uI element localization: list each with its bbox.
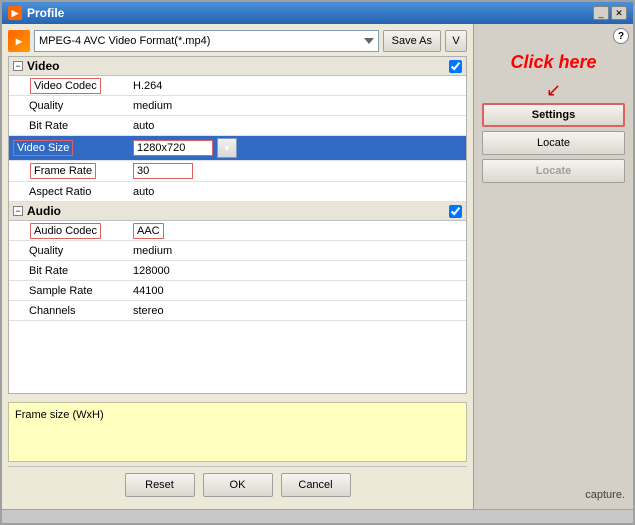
frame-rate-row: Frame Rate [9, 161, 466, 182]
video-codec-value: H.264 [129, 78, 466, 94]
audio-section-title: Audio [27, 204, 61, 218]
table-row: Bit Rate 128000 [9, 261, 466, 281]
video-size-input[interactable] [133, 140, 213, 156]
capture-text: capture. [482, 489, 625, 501]
info-box: Frame size (WxH) [8, 402, 467, 462]
audio-codec-value-text: AAC [133, 223, 164, 239]
bottom-buttons: Reset OK Cancel [8, 466, 467, 503]
frame-rate-label-text: Frame Rate [30, 163, 96, 179]
v-button[interactable]: V [445, 30, 467, 52]
channels-label: Channels [9, 303, 129, 319]
format-select[interactable]: MPEG-4 AVC Video Format(*.mp4) [34, 30, 379, 52]
title-bar: ▶ Profile _ ✕ [2, 2, 633, 24]
ok-button[interactable]: OK [203, 473, 273, 497]
minimize-button[interactable]: _ [593, 6, 609, 20]
audio-quality-value: medium [129, 243, 466, 259]
video-size-dropdown[interactable]: ▼ [217, 138, 237, 158]
bit-rate-value: auto [129, 118, 466, 134]
reset-button[interactable]: Reset [125, 473, 195, 497]
table-row: Video Codec H.264 [9, 76, 466, 96]
title-buttons: _ ✕ [593, 6, 627, 20]
window-title: Profile [27, 6, 64, 20]
video-codec-label: Video Codec [30, 78, 101, 94]
cancel-button[interactable]: Cancel [281, 473, 351, 497]
video-size-row[interactable]: Video Size ▼ [9, 136, 466, 161]
table-row: Quality medium [9, 241, 466, 261]
right-panel: ? Click here ↙ Settings Locate Locate ca… [473, 24, 633, 509]
video-toggle[interactable]: − [13, 61, 23, 71]
channels-value: stereo [129, 303, 466, 319]
audio-codec-label: Audio Codec [9, 223, 129, 239]
audio-codec-label-text: Audio Codec [30, 223, 101, 239]
audio-bit-rate-value: 128000 [129, 263, 466, 279]
info-text: Frame size (WxH) [15, 409, 104, 421]
format-icon: ▶ [8, 30, 30, 52]
sample-rate-label: Sample Rate [9, 283, 129, 299]
content-area: ▶ MPEG-4 AVC Video Format(*.mp4) Save As… [2, 24, 633, 509]
save-as-button[interactable]: Save As [383, 30, 441, 52]
title-bar-left: ▶ Profile [8, 6, 64, 20]
cell-label: Video Codec [9, 78, 129, 94]
aspect-ratio-label: Aspect Ratio [9, 184, 129, 200]
audio-quality-label: Quality [9, 243, 129, 259]
audio-codec-row: Audio Codec AAC [9, 221, 466, 241]
window-icon: ▶ [8, 6, 22, 20]
frame-rate-label: Frame Rate [9, 163, 129, 179]
frame-rate-input[interactable] [133, 163, 193, 179]
audio-checkbox[interactable] [449, 205, 462, 218]
profile-window: ▶ Profile _ ✕ ▶ MPEG-4 AVC Video Format(… [0, 0, 635, 525]
table-row: Bit Rate auto [9, 116, 466, 136]
video-size-value: ▼ [129, 136, 466, 160]
table-row: Aspect Ratio auto [9, 182, 466, 202]
frame-rate-value [129, 161, 466, 181]
video-section-header: − Video [9, 57, 466, 76]
video-size-label: Video Size [9, 140, 129, 156]
audio-codec-value: AAC [129, 223, 466, 239]
audio-bit-rate-label: Bit Rate [9, 263, 129, 279]
table-row: Channels stereo [9, 301, 466, 321]
quality-value: medium [129, 98, 466, 114]
close-button[interactable]: ✕ [611, 6, 627, 20]
settings-button[interactable]: Settings [482, 103, 625, 127]
status-bar [2, 509, 633, 523]
audio-section-header: − Audio [9, 202, 466, 221]
locate-disabled-button: Locate [482, 159, 625, 183]
video-section-title: Video [27, 59, 59, 73]
sample-rate-value: 44100 [129, 283, 466, 299]
arrow-down-icon: ↙ [482, 81, 625, 99]
table-row: Sample Rate 44100 [9, 281, 466, 301]
help-icon[interactable]: ? [613, 28, 629, 44]
format-bar: ▶ MPEG-4 AVC Video Format(*.mp4) Save As… [8, 30, 467, 52]
table-row: Quality medium [9, 96, 466, 116]
locate-button[interactable]: Locate [482, 131, 625, 155]
video-checkbox[interactable] [449, 60, 462, 73]
aspect-ratio-value: auto [129, 184, 466, 200]
click-here-label: Click here [482, 52, 625, 73]
cell-label: Quality [9, 98, 129, 114]
left-panel: ▶ MPEG-4 AVC Video Format(*.mp4) Save As… [2, 24, 473, 509]
audio-toggle[interactable]: − [13, 206, 23, 216]
cell-label: Bit Rate [9, 118, 129, 134]
profile-table: − Video Video Codec H.264 Quality medium [8, 56, 467, 394]
